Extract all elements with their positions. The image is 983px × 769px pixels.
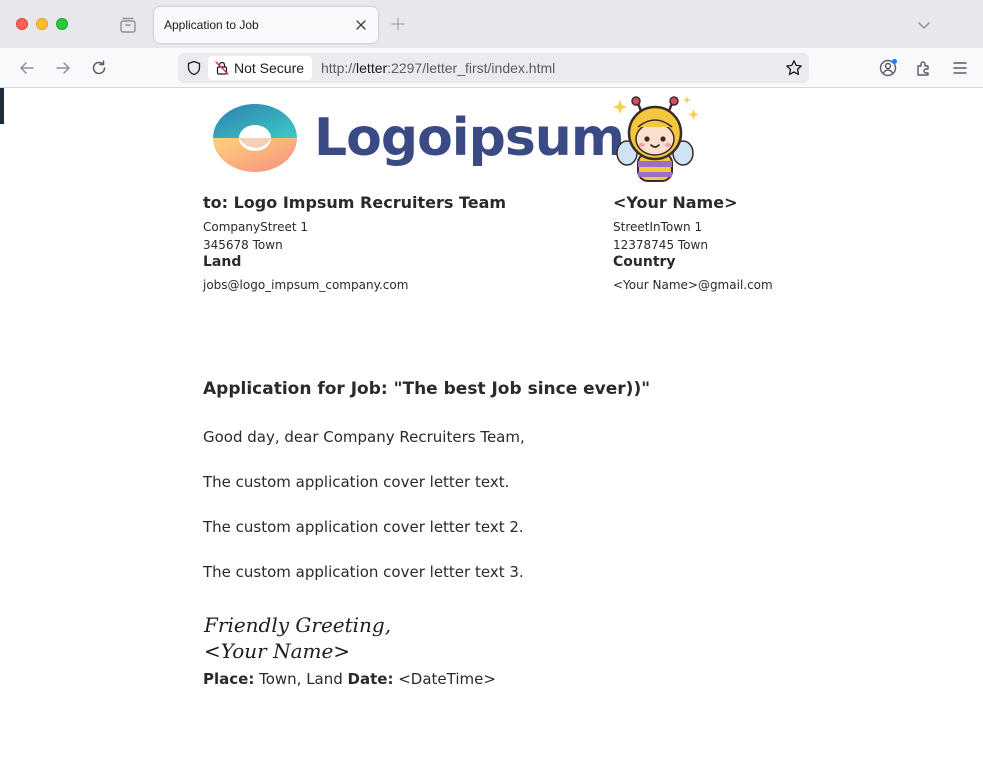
date-value: <DateTime> xyxy=(393,670,496,688)
list-all-tabs-icon[interactable] xyxy=(916,17,932,33)
place-date-line: Place: Town, Land Date: <DateTime> xyxy=(203,670,496,688)
closing-greeting: Friendly Greeting, xyxy=(204,613,392,637)
logoipsum-logo-icon xyxy=(213,104,297,172)
sender-zip-town: 12378745 Town xyxy=(613,238,708,252)
logo-wordmark: Logoipsum xyxy=(314,108,625,168)
letter-subject: Application for Job: "The best Job since… xyxy=(203,379,651,399)
tab-title: Application to Job xyxy=(164,18,259,32)
letter-paragraph: The custom application cover letter text… xyxy=(203,563,524,581)
tab-application-to-job[interactable]: Application to Job xyxy=(154,7,378,43)
url-path: :2297/letter_first/index.html xyxy=(387,60,556,76)
close-tab-icon[interactable] xyxy=(354,18,368,32)
menu-icon[interactable] xyxy=(950,58,970,78)
new-tab-icon[interactable] xyxy=(390,16,406,32)
zoom-window-button[interactable] xyxy=(56,18,68,30)
forward-icon[interactable] xyxy=(53,58,73,78)
sender-email: <Your Name>@gmail.com xyxy=(613,278,773,292)
url-prefix: http:// xyxy=(321,60,357,76)
extensions-icon[interactable] xyxy=(914,58,934,78)
shield-icon[interactable] xyxy=(186,60,202,76)
sender-street: StreetInTown 1 xyxy=(613,220,703,234)
recipient-email: jobs@logo_impsum_company.com xyxy=(203,278,409,292)
close-window-button[interactable] xyxy=(16,18,28,30)
reload-icon[interactable] xyxy=(89,58,109,78)
url-host: letter xyxy=(356,60,388,76)
tab-overview-icon[interactable] xyxy=(118,15,138,35)
sender-name: <Your Name> xyxy=(613,193,738,212)
bee-avatar-image xyxy=(613,96,698,182)
recipient-street: CompanyStreet 1 xyxy=(203,220,308,234)
signature-name: <Your Name> xyxy=(204,639,351,663)
not-secure-indicator[interactable]: Not Secure xyxy=(208,56,313,80)
recipient-name: to: Logo Impsum Recruiters Team xyxy=(203,193,507,212)
tab-bar: Application to Job xyxy=(0,0,983,48)
bookmark-star-icon[interactable] xyxy=(785,59,803,77)
insecure-lock-icon xyxy=(215,61,229,75)
place-label: Place: xyxy=(203,670,255,688)
letter-page: Logoipsum to: Logo Impsum Recruiters Tea… xyxy=(0,89,983,769)
recipient-land: Land xyxy=(203,254,242,270)
letter-greeting: Good day, dear Company Recruiters Team, xyxy=(203,428,525,446)
letter-paragraph: The custom application cover letter text… xyxy=(203,518,524,536)
not-secure-label: Not Secure xyxy=(234,60,305,76)
back-icon[interactable] xyxy=(17,58,37,78)
navigation-toolbar: Not Secure http://letter:2297/letter_fir… xyxy=(0,48,983,88)
date-label: Date: xyxy=(347,670,394,688)
sender-address: <Your Name> StreetInTown 1 12378745 Town… xyxy=(613,193,773,292)
recipient-address: to: Logo Impsum Recruiters Team CompanyS… xyxy=(203,193,506,292)
letter-paragraph: The custom application cover letter text… xyxy=(203,473,510,491)
url-text[interactable]: http://letter:2297/letter_first/index.ht… xyxy=(321,60,555,76)
account-icon[interactable] xyxy=(878,58,898,78)
address-bar[interactable]: Not Secure http://letter:2297/letter_fir… xyxy=(178,53,809,83)
recipient-zip-town: 345678 Town xyxy=(203,238,283,252)
sender-country: Country xyxy=(613,254,676,270)
minimize-window-button[interactable] xyxy=(36,18,48,30)
place-value: Town, Land xyxy=(254,670,348,688)
